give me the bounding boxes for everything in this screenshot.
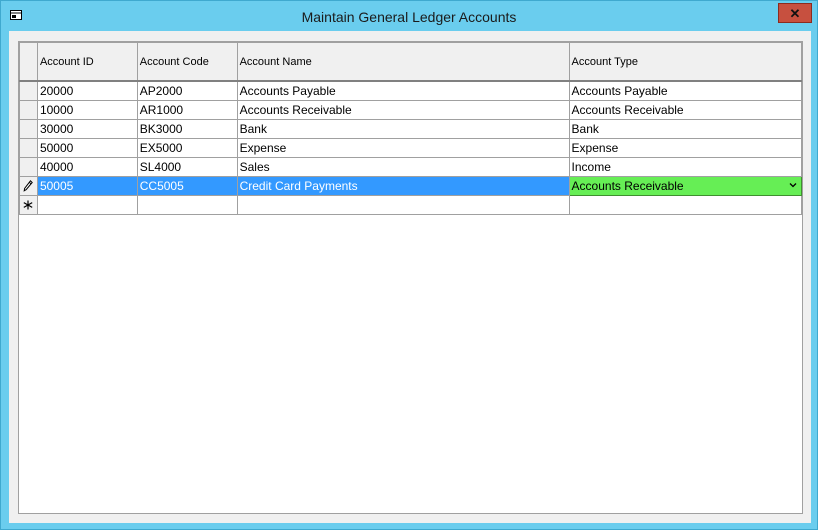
header-row: Account ID Account Code Account Name Acc… [19,42,803,82]
accounts-grid[interactable]: Account ID Account Code Account Name Acc… [18,41,803,514]
cell-account-id[interactable]: 50000 [36,138,138,158]
row-header[interactable] [19,100,38,120]
table-row[interactable]: 40000 SL4000 Sales Income [19,157,803,177]
table-row[interactable]: 50000 EX5000 Expense Expense [19,138,803,158]
grid-corner-header[interactable] [19,42,38,82]
row-header[interactable] [19,80,38,101]
cell-account-code[interactable]: AR1000 [136,100,238,120]
column-header-account-code[interactable]: Account Code [136,42,238,82]
asterisk-icon [23,200,33,210]
new-row[interactable] [19,195,803,215]
table-row[interactable]: 10000 AR1000 Accounts Receivable Account… [19,100,803,120]
cell-account-type[interactable]: Accounts Payable [568,80,803,101]
cell-account-id[interactable]: 20000 [36,80,138,101]
chevron-down-icon[interactable] [788,180,798,190]
new-cell-account-id[interactable] [36,195,138,215]
table-row-selected[interactable]: 50005 CC5005 Credit Card Payments Accoun… [19,176,803,196]
row-header[interactable] [19,157,38,177]
new-cell-account-type[interactable] [568,195,803,215]
close-button[interactable]: ✕ [778,3,812,23]
table-row[interactable]: 20000 AP2000 Accounts Payable Accounts P… [19,80,803,101]
cell-account-code[interactable]: BK3000 [136,119,238,139]
cell-account-id[interactable]: 50005 [36,176,138,196]
new-cell-account-name[interactable] [236,195,570,215]
column-header-account-id[interactable]: Account ID [36,42,138,82]
cell-account-name[interactable]: Accounts Receivable [236,100,570,120]
column-header-account-name[interactable]: Account Name [236,42,570,82]
row-header-editing[interactable] [19,176,38,196]
cell-account-type[interactable]: Income [568,157,803,177]
new-cell-account-code[interactable] [136,195,238,215]
cell-account-type[interactable]: Expense [568,138,803,158]
cell-account-name[interactable]: Accounts Payable [236,80,570,101]
accounts-table: Account ID Account Code Account Name Acc… [19,42,803,215]
cell-account-id[interactable]: 10000 [36,100,138,120]
row-header[interactable] [19,138,38,158]
table-row[interactable]: 30000 BK3000 Bank Bank [19,119,803,139]
window-title: Maintain General Ledger Accounts [301,9,517,25]
cell-account-code[interactable]: EX5000 [136,138,238,158]
cell-account-code[interactable]: CC5005 [136,176,238,196]
account-type-dropdown-value: Accounts Receivable [571,179,684,193]
title-bar[interactable]: Maintain General Ledger Accounts ✕ [1,1,817,31]
cell-account-id[interactable]: 40000 [36,157,138,177]
close-icon: ✕ [789,5,801,21]
cell-account-code[interactable]: SL4000 [136,157,238,177]
cell-account-code[interactable]: AP2000 [136,80,238,101]
client-area: Account ID Account Code Account Name Acc… [9,31,811,523]
cell-account-name[interactable]: Sales [236,157,570,177]
pencil-icon [23,180,34,192]
cell-account-id[interactable]: 30000 [36,119,138,139]
cell-account-name[interactable]: Expense [236,138,570,158]
row-header[interactable] [19,119,38,139]
account-type-dropdown[interactable]: Accounts Receivable [568,176,803,196]
app-window: Maintain General Ledger Accounts ✕ Accou… [0,0,818,530]
row-header-new[interactable] [19,195,38,215]
column-header-account-type[interactable]: Account Type [568,42,803,82]
cell-account-type[interactable]: Accounts Receivable [568,100,803,120]
cell-account-type[interactable]: Bank [568,119,803,139]
cell-account-name[interactable]: Credit Card Payments [236,176,570,196]
cell-account-name[interactable]: Bank [236,119,570,139]
